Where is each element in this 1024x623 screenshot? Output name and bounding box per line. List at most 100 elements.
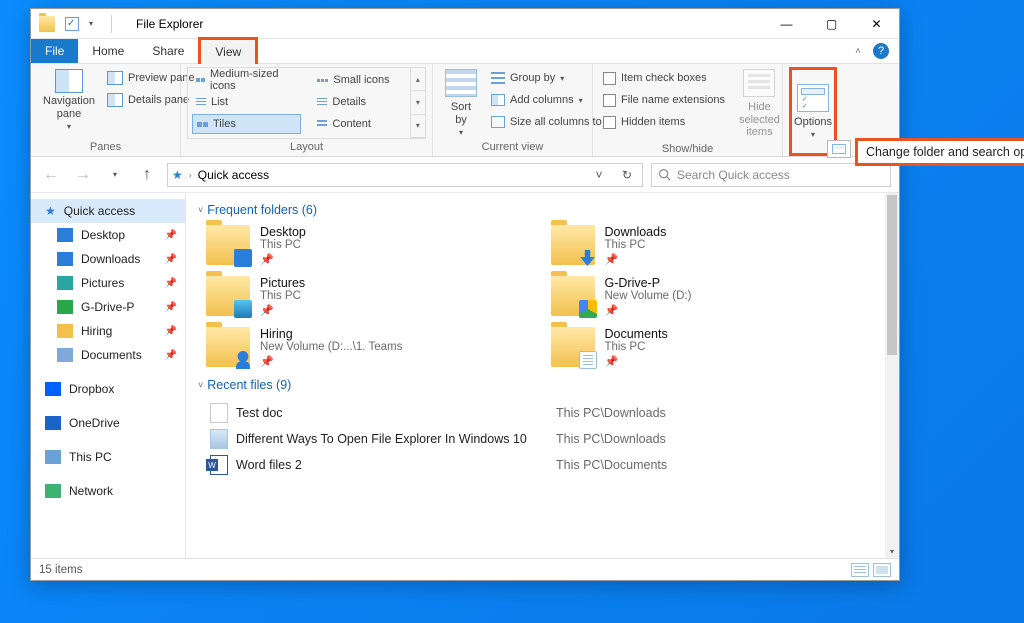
recent-file-row[interactable]: Word files 2This PC\Documents [210,452,885,478]
scroll-down-icon[interactable]: ▾ [885,544,899,558]
nav-gdrive[interactable]: G-Drive-P📌 [31,295,185,319]
folder-name: Documents [605,327,668,341]
file-ext-label: File name extensions [621,94,725,106]
folder-name: Desktop [260,225,306,239]
search-input[interactable]: Search Quick access [651,163,891,187]
nav-pictures[interactable]: Pictures📌 [31,271,185,295]
qat-dropdown-icon[interactable]: ▾ [89,19,93,28]
nav-thispc[interactable]: This PC [31,445,185,469]
nav-hiring-label: Hiring [81,324,112,338]
onedrive-icon [45,416,61,430]
collapse-icon: ˅ [198,205,203,215]
vertical-scrollbar[interactable]: ▴ ▾ [885,193,899,558]
sort-icon [445,69,477,97]
quick-access-toolbar: ✓ ▾ File Explorer [31,15,211,33]
address-toolbar: ← → ▾ ↑ ★ › Quick access ˅ ↻ Search Quic… [31,157,899,193]
tab-home[interactable]: Home [78,39,138,63]
item-checkboxes-label: Item check boxes [621,72,707,84]
ribbon-tabs: File Home Share View ˄ ? [31,39,899,63]
recent-file-row[interactable]: Different Ways To Open File Explorer In … [210,426,885,452]
maximize-button[interactable]: ▢ [809,9,854,39]
folder-location: This PC [605,341,668,353]
qat-checkbox-icon[interactable]: ✓ [65,17,79,31]
hide-selected-label: Hide selected items [739,101,780,139]
tab-view[interactable]: View [198,37,258,64]
frequent-folders-header[interactable]: ˅Frequent folders (6) [198,203,885,217]
nav-dropbox[interactable]: Dropbox [31,377,185,401]
tab-file[interactable]: File [31,39,78,63]
help-icon[interactable]: ? [873,43,889,59]
recent-file-row[interactable]: Test docThis PC\Downloads [210,400,885,426]
item-checkboxes-toggle[interactable]: Item check boxes [599,67,729,89]
nav-back-button[interactable]: ← [39,163,63,187]
nav-network[interactable]: Network [31,479,185,503]
frequent-folder-tile[interactable]: DocumentsThis PC📌 [551,327,886,368]
pin-icon: 📌 [165,350,177,361]
nav-forward-button[interactable]: → [71,163,95,187]
frequent-folder-tile[interactable]: DesktopThis PC📌 [206,225,541,266]
content-icon [317,118,327,130]
nav-desktop[interactable]: Desktop 📌 [31,223,185,247]
pin-icon: 📌 [165,230,177,241]
layout-list[interactable]: List [192,92,301,112]
frequent-folder-tile[interactable]: PicturesThis PC📌 [206,276,541,317]
scroll-thumb[interactable] [887,195,897,355]
gdrive-overlay-icon [579,300,597,318]
layout-details[interactable]: Details [313,92,393,112]
change-folder-options-tooltip[interactable]: Change folder and search options [855,138,1024,166]
collapse-ribbon-icon[interactable]: ˄ [855,46,861,57]
recent-files-header[interactable]: ˅Recent files (9) [198,378,885,392]
titlebar: ✓ ▾ File Explorer — ▢ ✕ [31,9,899,39]
frequent-folder-tile[interactable]: DownloadsThis PC📌 [551,225,886,266]
layout-content-label: Content [332,118,371,130]
tab-share[interactable]: Share [138,39,198,63]
hidden-items-toggle[interactable]: Hidden items [599,111,729,133]
layout-medium[interactable]: Medium-sized icons [192,70,301,90]
close-button[interactable]: ✕ [854,9,899,39]
nav-documents[interactable]: Documents📌 [31,343,185,367]
pin-icon: 📌 [260,304,305,317]
small-icons-icon [317,74,328,86]
nav-up-button[interactable]: ↑ [135,163,159,187]
frequent-folder-tile[interactable]: G-Drive-PNew Volume (D:)📌 [551,276,886,317]
folder-icon [57,324,73,338]
breadcrumb-quick-access[interactable]: Quick access [198,168,269,182]
view-large-icons-button[interactable] [873,563,891,577]
file-ext-toggle[interactable]: File name extensions [599,89,729,111]
view-details-button[interactable] [851,563,869,577]
options-dropdown-item-icon[interactable] [827,140,851,158]
file-name: Word files 2 [236,458,556,472]
address-bar[interactable]: ★ › Quick access ˅ ↻ [167,163,643,187]
pin-icon: 📌 [605,253,667,266]
file-type-icon [210,455,228,475]
layout-tiles[interactable]: Tiles [192,114,301,134]
checkbox-icon [603,72,616,85]
nav-recent-dropdown[interactable]: ▾ [103,163,127,187]
downloads-icon [57,252,73,266]
sort-by-button[interactable]: Sort by ▾ [439,67,483,139]
status-item-count: 15 items [39,564,82,576]
layout-gallery-scroll[interactable]: ▴▾▾ [411,67,426,139]
navigation-tree[interactable]: ★Quick access Desktop 📌 Downloads📌 Pictur… [31,193,186,558]
frequent-folder-tile[interactable]: HiringNew Volume (D:...\1. Teams📌 [206,327,541,368]
nav-quick-access[interactable]: ★Quick access [31,199,185,223]
refresh-button[interactable]: ↻ [616,168,638,182]
address-dropdown[interactable]: ˅ [588,168,610,182]
layout-content[interactable]: Content [313,114,393,134]
minimize-button[interactable]: — [764,9,809,39]
navigation-pane-button[interactable]: Navigation pane ▾ [37,67,101,139]
breadcrumb-sep-icon: › [189,170,192,180]
recent-files-label: Recent files (9) [207,378,291,392]
hide-selected-button[interactable]: Hide selected items [733,67,786,141]
nav-onedrive[interactable]: OneDrive [31,411,185,435]
nav-desktop-label: Desktop [81,228,125,242]
file-type-icon [210,403,228,423]
group-by-label: Group by [510,72,555,84]
medium-icons-icon [196,74,205,86]
pictures-icon [57,276,73,290]
folder-location: This PC [605,239,667,251]
nav-downloads[interactable]: Downloads📌 [31,247,185,271]
nav-hiring[interactable]: Hiring📌 [31,319,185,343]
layout-small[interactable]: Small icons [313,70,393,90]
file-location: This PC\Downloads [556,406,885,420]
